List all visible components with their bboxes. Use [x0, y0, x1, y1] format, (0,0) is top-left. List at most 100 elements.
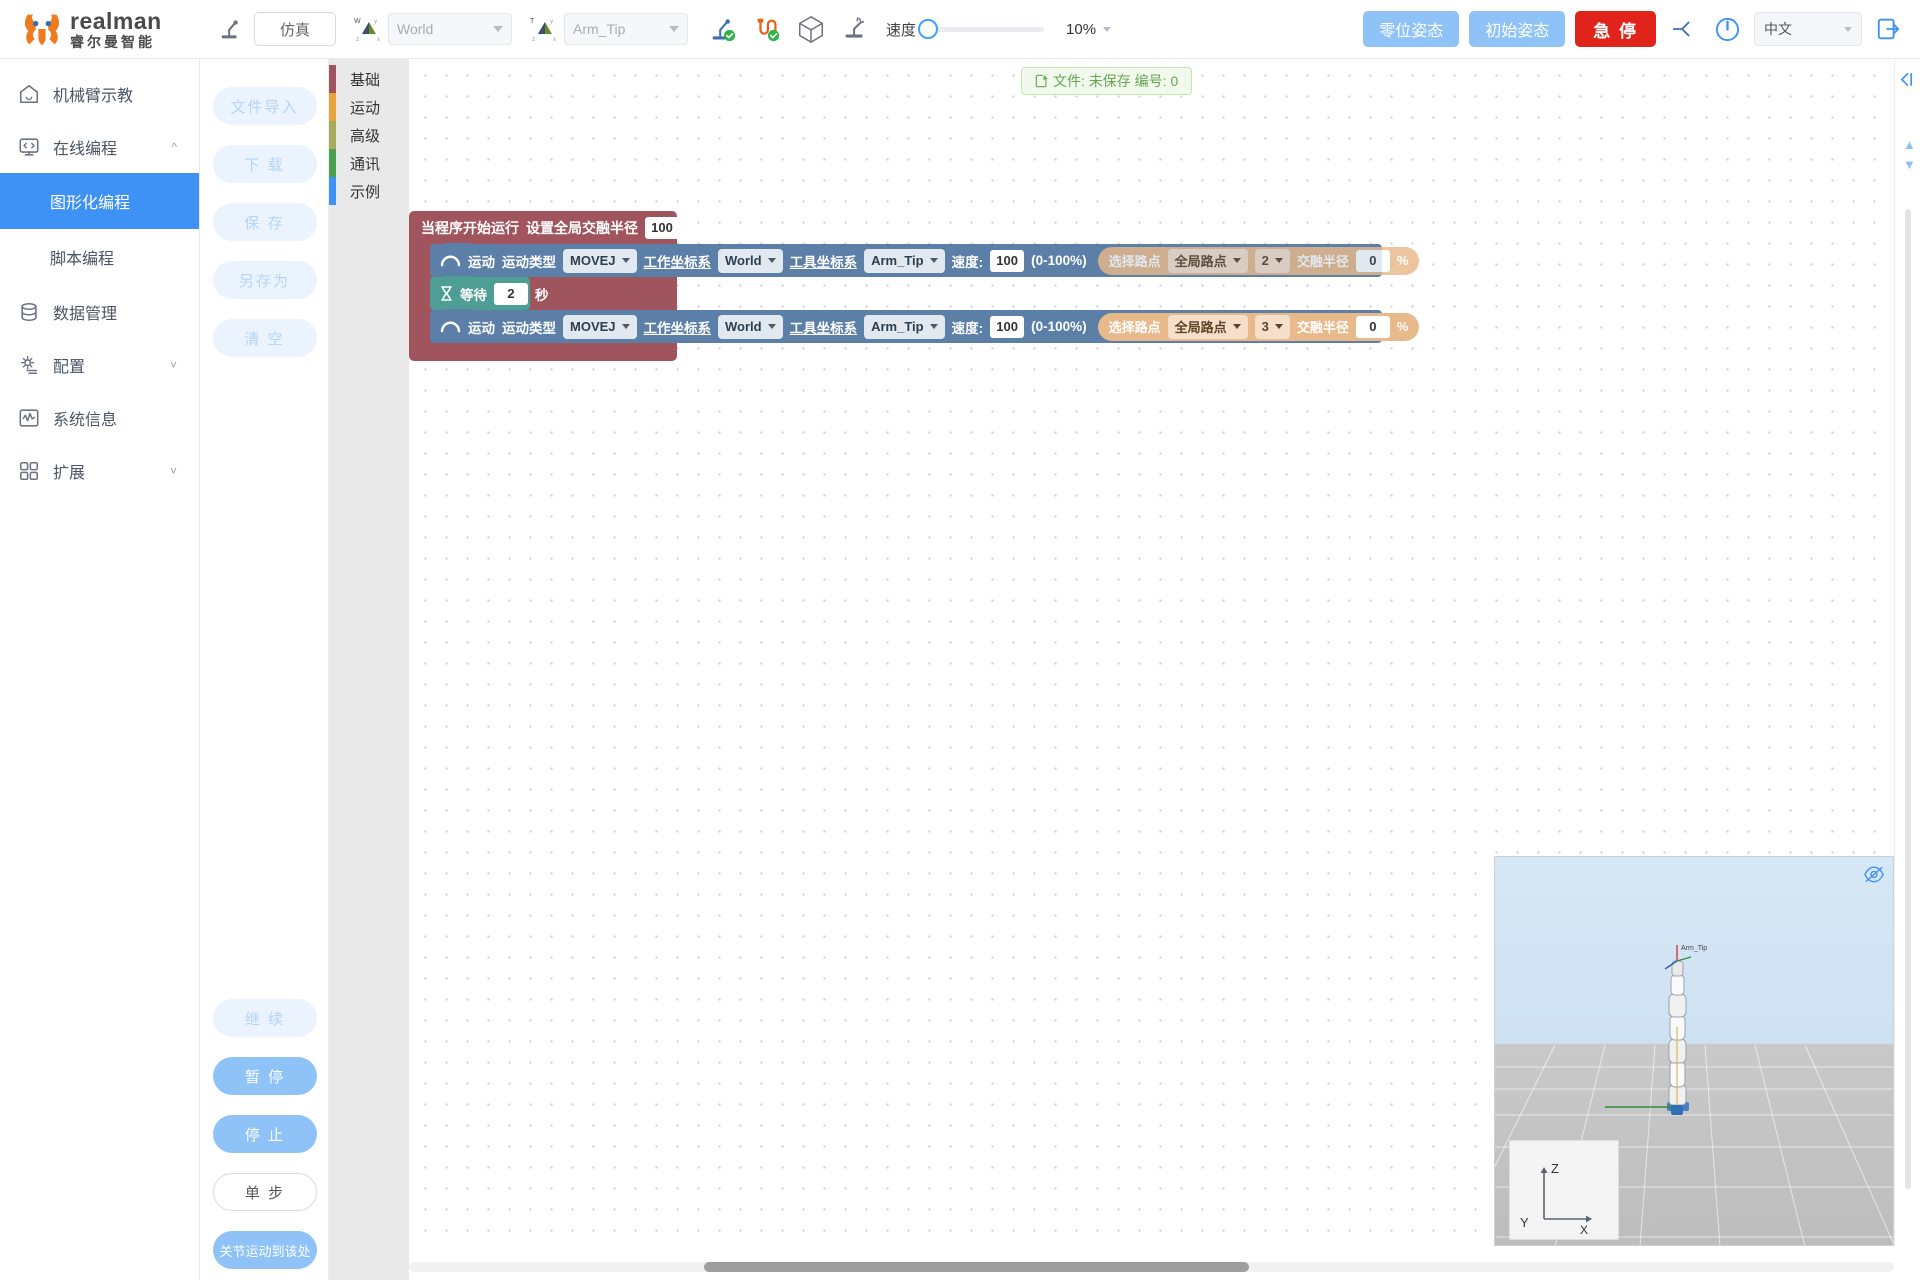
brand-logo: realman 睿尔曼智能: [0, 10, 200, 49]
global-blend-input[interactable]: 100: [645, 217, 679, 239]
waypoint-index-select[interactable]: 2: [1255, 249, 1290, 273]
vertical-scroll-track[interactable]: [1905, 209, 1911, 1189]
chevron-down-icon: [1233, 258, 1241, 263]
sidebar-item-extensions[interactable]: 扩展 ˅: [0, 444, 199, 497]
work-frame-value: World: [397, 21, 433, 37]
joint-move-here-button[interactable]: 关节运动到该处: [213, 1231, 317, 1269]
save-button[interactable]: 保 存: [213, 203, 317, 241]
waypoint-group-2[interactable]: 选择路点 全局路点 3 交融半径 0 %: [1098, 313, 1420, 341]
waypoint-source-select[interactable]: 全局路点: [1168, 249, 1248, 273]
sidebar-item-data-management[interactable]: 数据管理: [0, 285, 199, 338]
realman-logo-icon: [22, 11, 62, 47]
sidebar-item-config[interactable]: 配置 ˅: [0, 338, 199, 391]
shortcut-icon[interactable]: [1666, 12, 1700, 46]
waypoint-index-value: 2: [1262, 253, 1269, 268]
tool-frame-label: 工具坐标系: [790, 317, 858, 337]
sidebar-item-system-info[interactable]: 系统信息: [0, 391, 199, 444]
emergency-stop-button[interactable]: 急 停: [1575, 11, 1656, 47]
motion-type-label: 运动类型: [502, 317, 556, 337]
category-example[interactable]: 示例: [329, 177, 409, 205]
motion-type-select[interactable]: MOVEJ: [563, 315, 637, 339]
sidebar-item-teach[interactable]: 机械臂示教: [0, 67, 199, 120]
continue-button[interactable]: 继 续: [213, 999, 317, 1037]
blend-radius-input[interactable]: 0: [1356, 316, 1390, 338]
wait-seconds-input[interactable]: 2: [494, 283, 528, 305]
blockly-canvas[interactable]: 文件: 未保存 编号: 0 当程序开始运行 设置全局交融半径 100 %: [409, 59, 1894, 1246]
pause-button[interactable]: 暂 停: [213, 1057, 317, 1095]
clear-button[interactable]: 清 空: [213, 319, 317, 357]
work-frame-selector[interactable]: W y z x World: [354, 13, 512, 45]
waypoint-group-1[interactable]: 选择路点 全局路点 2 交融半径 0 %: [1098, 247, 1420, 275]
wait-block[interactable]: 等待 2 秒: [430, 277, 530, 310]
blend-radius-unit: %: [1397, 253, 1409, 268]
scroll-down-icon[interactable]: ▼: [1903, 157, 1916, 172]
horizontal-scroll-thumb[interactable]: [704, 1262, 1249, 1272]
chevron-down-icon: [930, 324, 938, 329]
logout-icon[interactable]: [1872, 12, 1906, 46]
stop-button[interactable]: 停 止: [213, 1115, 317, 1153]
work-frame-select[interactable]: World: [388, 13, 512, 45]
download-button[interactable]: 下 载: [213, 145, 317, 183]
import-file-button[interactable]: 文件导入: [213, 87, 317, 125]
tool-frame-select[interactable]: Arm_Tip: [864, 249, 945, 273]
block-notch: [444, 243, 472, 248]
block-notch: [444, 276, 472, 281]
canvas-vertical-scrollbar[interactable]: ▲ ▼: [1894, 59, 1920, 1246]
robot-3d-view[interactable]: Arm_Tip Z X Y: [1494, 856, 1894, 1246]
speed-value-dropdown[interactable]: 10%: [1066, 21, 1111, 38]
cable-connected-icon[interactable]: [750, 12, 784, 46]
zero-pose-button[interactable]: 零位姿态: [1363, 11, 1459, 47]
save-as-button[interactable]: 另存为: [213, 261, 317, 299]
work-frame-select[interactable]: World: [718, 315, 783, 339]
blend-radius-unit: %: [1397, 319, 1409, 334]
speed-slider[interactable]: [926, 27, 1044, 32]
work-frame-select[interactable]: World: [718, 249, 783, 273]
language-select[interactable]: 中文: [1754, 12, 1862, 46]
collision-alert-icon[interactable]: [838, 12, 872, 46]
tool-frame-value: Arm_Tip: [871, 319, 924, 334]
speed-input[interactable]: 100: [990, 316, 1024, 338]
speed-input[interactable]: 100: [990, 250, 1024, 272]
svg-text:z: z: [532, 37, 535, 43]
speed-slider-knob[interactable]: [918, 19, 938, 39]
sidebar-item-label: 配置: [53, 353, 85, 377]
waypoint-index-select[interactable]: 3: [1255, 315, 1290, 339]
robot-connected-icon[interactable]: [706, 12, 740, 46]
tool-frame-select[interactable]: Arm_Tip: [564, 13, 688, 45]
tool-frame-selector[interactable]: T y z x Arm_Tip: [530, 13, 688, 45]
work-frame-value: World: [725, 319, 762, 334]
sidebar: 机械臂示教 在线编程 ^ 图形化编程 脚本编程 数据管理 配置 ˅: [0, 59, 200, 1280]
single-step-button[interactable]: 单 步: [213, 1173, 317, 1211]
program-stack[interactable]: 当程序开始运行 设置全局交融半径 100 % 运动 运动类型: [409, 211, 677, 361]
canvas-horizontal-scrollbar[interactable]: [409, 1262, 1894, 1272]
wait-block-title: 等待: [460, 284, 487, 304]
grid-icon: [16, 458, 42, 484]
sidebar-subitem-script-programming[interactable]: 脚本编程: [0, 229, 199, 285]
tool-frame-select[interactable]: Arm_Tip: [864, 315, 945, 339]
tip-frame-label: Arm_Tip: [1681, 945, 1707, 952]
power-icon[interactable]: [1710, 12, 1744, 46]
home-icon: [16, 81, 42, 107]
motion-block-1[interactable]: 运动 运动类型 MOVEJ 工作坐标系 World 工具坐标系: [430, 244, 1382, 277]
category-communication[interactable]: 通讯: [329, 149, 409, 177]
motion-block-2[interactable]: 运动 运动类型 MOVEJ 工作坐标系 World 工具坐标系: [430, 310, 1382, 343]
init-pose-button[interactable]: 初始姿态: [1469, 11, 1565, 47]
scroll-up-icon[interactable]: ▲: [1903, 137, 1916, 152]
sidebar-item-online-programming[interactable]: 在线编程 ^: [0, 120, 199, 173]
simulation-button[interactable]: 仿真: [254, 12, 336, 46]
collapse-panel-icon[interactable]: [1898, 71, 1915, 93]
cube-3d-icon[interactable]: [794, 12, 828, 46]
sidebar-item-label: 机械臂示教: [53, 82, 133, 106]
teach-arm-icon[interactable]: [214, 12, 248, 46]
motion-type-select[interactable]: MOVEJ: [563, 249, 637, 273]
category-label: 基础: [350, 69, 380, 90]
category-motion[interactable]: 运动: [329, 93, 409, 121]
blend-radius-input[interactable]: 0: [1356, 250, 1390, 272]
category-advanced[interactable]: 高级: [329, 121, 409, 149]
arc-motion-icon: [440, 319, 461, 334]
program-start-block[interactable]: 当程序开始运行 设置全局交融半径 100 % 运动 运动类型: [409, 211, 677, 361]
waypoint-source-select[interactable]: 全局路点: [1168, 315, 1248, 339]
sidebar-subitem-graphical-programming[interactable]: 图形化编程: [0, 173, 199, 229]
global-blend-label: 设置全局交融半径: [526, 218, 638, 238]
category-basic[interactable]: 基础: [329, 65, 409, 93]
